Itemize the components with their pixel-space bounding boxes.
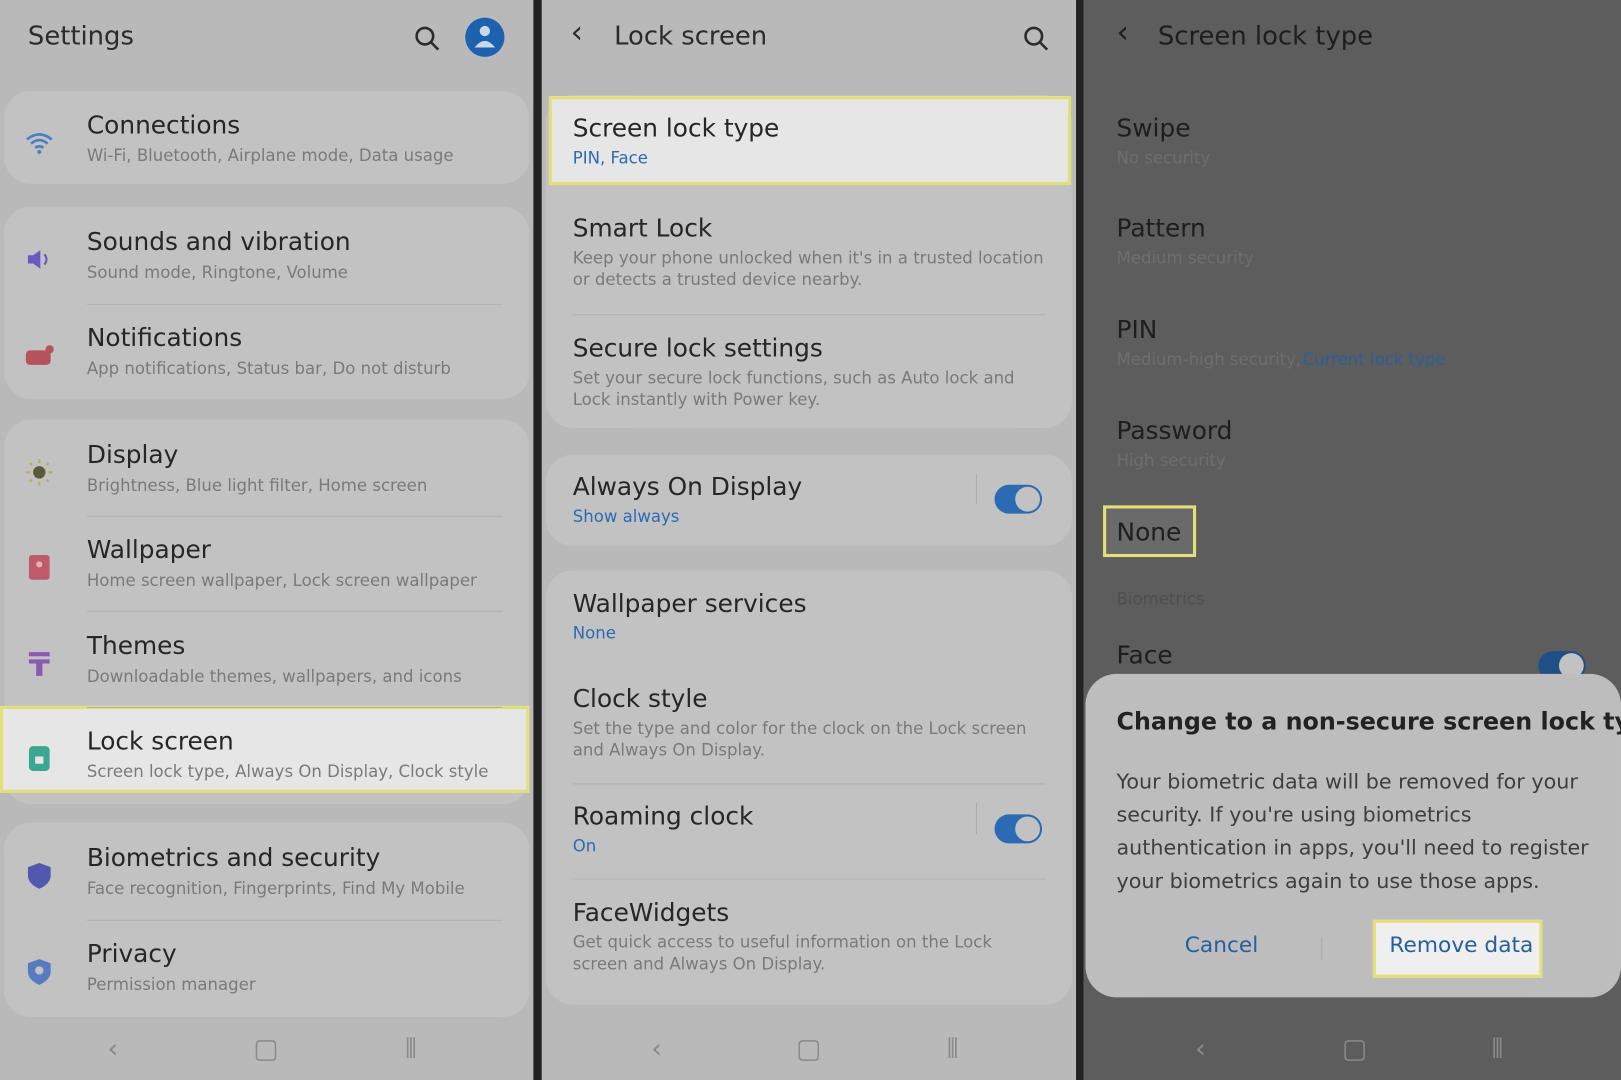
wallpaper-icon	[24, 552, 55, 583]
divider	[86, 303, 503, 305]
item-title: Wallpaper	[86, 535, 211, 565]
home-button[interactable]: ▢	[796, 1034, 821, 1065]
item-subtitle: Medium security	[1116, 248, 1254, 268]
item-subtitle: None	[572, 623, 616, 643]
home-button[interactable]: ▢	[253, 1034, 278, 1065]
divider	[572, 314, 1046, 316]
item-title: Clock style	[572, 684, 708, 714]
toggle-switch[interactable]	[994, 814, 1043, 844]
privacy-shield-icon	[24, 956, 55, 987]
lock-screen-panel: ‹ Lock screen Screen lock type PIN, Face S…	[541, 0, 1077, 1080]
recents-button[interactable]: ⫴	[1492, 1034, 1503, 1066]
recents-button[interactable]: ⫴	[405, 1034, 416, 1066]
divider	[86, 919, 503, 921]
item-title: Notifications	[86, 323, 243, 353]
dialog-body: Your biometric data will be removed for …	[1116, 768, 1589, 893]
option-face[interactable]: Face	[1117, 641, 1173, 670]
notification-icon	[24, 340, 55, 371]
item-subtitle: Permission manager	[86, 974, 256, 995]
divider	[572, 878, 1046, 880]
item-title: Swipe	[1116, 113, 1191, 143]
lock-icon	[24, 743, 55, 774]
item-subtitle: Sound mode, Ringtone, Volume	[86, 262, 348, 283]
item-title: FaceWidgets	[572, 898, 730, 928]
divider	[572, 783, 1046, 785]
back-icon[interactable]: ‹	[1117, 14, 1129, 50]
item-title: Lock screen	[86, 726, 234, 756]
back-button[interactable]: ‹	[108, 1034, 119, 1065]
speaker-icon	[24, 244, 55, 275]
back-button[interactable]: ‹	[1195, 1034, 1206, 1065]
remove-data-button[interactable]: Remove data	[1389, 932, 1533, 957]
item-subtitle: Face recognition, Fingerprints, Find My …	[86, 878, 465, 899]
cancel-button[interactable]: Cancel	[1185, 932, 1259, 957]
page-title: Screen lock type	[1157, 20, 1374, 51]
screen-lock-type-panel: ‹ Screen lock type Swipe No security Patte…	[1083, 0, 1621, 1080]
item-title: Roaming clock	[572, 801, 754, 831]
item-title: PIN	[1116, 315, 1158, 345]
divider	[975, 473, 977, 505]
item-subtitle: On	[572, 836, 597, 856]
item-title: Screen lock type	[572, 113, 780, 143]
navigation-bar: ‹ ▢ ⫴	[1083, 1034, 1621, 1065]
shield-icon	[24, 860, 55, 891]
item-subtitle: Brightness, Blue light filter, Home scre…	[86, 475, 428, 496]
brush-icon	[24, 648, 55, 679]
item-title: Always On Display	[572, 472, 803, 502]
item-subtitle: Downloadable themes, wallpapers, and ico…	[86, 666, 462, 687]
search-icon[interactable]	[1020, 23, 1051, 54]
item-title: Wallpaper services	[572, 589, 807, 619]
item-subtitle: High security	[1116, 450, 1226, 471]
item-subtitle: Medium-high security,	[1116, 349, 1302, 369]
page-title: Lock screen	[614, 20, 768, 51]
item-subtitle: PIN, Face	[572, 147, 648, 168]
item-title: Pattern	[1116, 213, 1206, 243]
divider	[86, 610, 503, 612]
back-button[interactable]: ‹	[651, 1034, 662, 1065]
current-lock-type-label: Current lock type	[1302, 349, 1446, 369]
item-subtitle: Keep your phone unlocked when it's in a …	[572, 248, 1044, 290]
avatar[interactable]	[465, 17, 505, 57]
divider	[86, 706, 503, 708]
item-title: Sounds and vibration	[86, 227, 351, 257]
settings-panel: Settings Connections Wi-Fi, Bluetooth, Ai…	[0, 0, 534, 1080]
item-title: Smart Lock	[572, 213, 713, 243]
item-subtitle: Set your secure lock functions, such as …	[572, 367, 1015, 410]
wifi-icon	[24, 127, 55, 158]
section-header-biometrics: Biometrics	[1116, 589, 1205, 609]
search-icon[interactable]	[411, 23, 442, 54]
navigation-bar: ‹ ▢ ⫴	[0, 1034, 533, 1065]
back-icon[interactable]: ‹	[571, 14, 583, 50]
toggle-switch[interactable]	[994, 484, 1043, 514]
navigation-bar: ‹ ▢ ⫴	[542, 1034, 1076, 1065]
item-title: Secure lock settings	[572, 333, 823, 363]
sun-icon	[24, 457, 55, 488]
item-subtitle: Screen lock type, Always On Display, Clo…	[86, 761, 489, 782]
option-none-label: None	[1116, 517, 1182, 547]
item-subtitle: Wi-Fi, Bluetooth, Airplane mode, Data us…	[86, 145, 454, 166]
item-title: Display	[86, 440, 179, 470]
item-title: Password	[1116, 416, 1233, 446]
item-subtitle: Show always	[572, 506, 680, 527]
divider	[975, 803, 977, 835]
dialog-title: Change to a non-secure screen lock type?	[1116, 708, 1621, 736]
item-title: Privacy	[86, 939, 177, 969]
item-subtitle: Get quick access to useful information o…	[572, 932, 992, 974]
confirm-dialog: Change to a non-secure screen lock type?…	[1085, 673, 1621, 998]
page-title: Settings	[27, 20, 134, 51]
item-title: Themes	[86, 631, 186, 661]
item-subtitle: Home screen wallpaper, Lock screen wallp…	[86, 570, 477, 591]
recents-button[interactable]: ⫴	[947, 1034, 958, 1066]
divider	[86, 515, 503, 517]
item-title: Connections	[86, 110, 241, 140]
item-subtitle: App notifications, Status bar, Do not di…	[86, 358, 451, 379]
item-subtitle: Set the type and color for the clock on …	[572, 718, 1027, 760]
item-title: Biometrics and security	[86, 843, 381, 873]
home-button[interactable]: ▢	[1342, 1034, 1367, 1065]
item-subtitle: No security	[1116, 147, 1211, 168]
